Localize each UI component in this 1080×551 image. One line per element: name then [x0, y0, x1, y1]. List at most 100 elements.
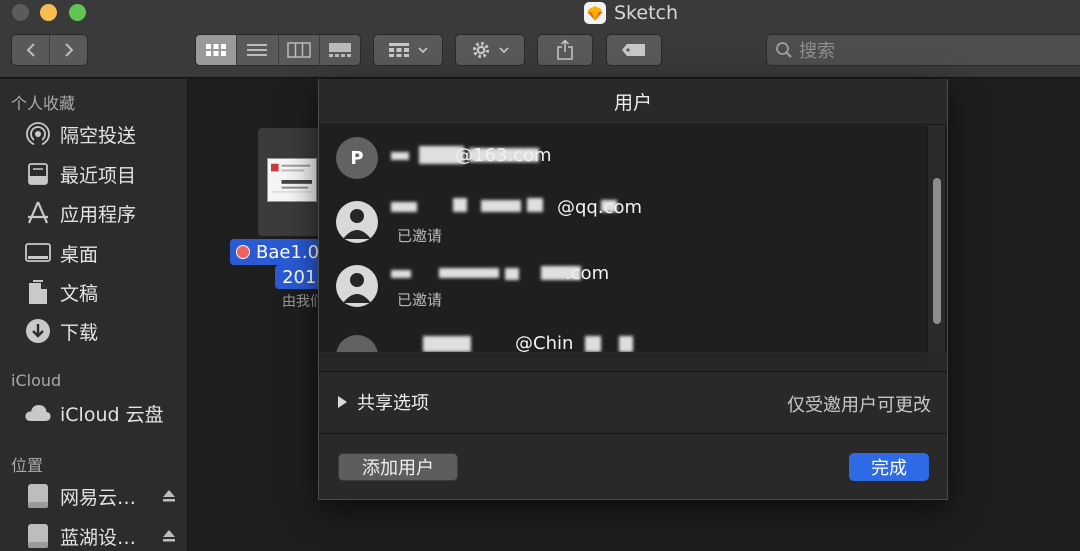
sidebar-item-location-2[interactable]: 蓝湖设… [24, 520, 184, 551]
sheet-title: 用户 [319, 79, 947, 125]
zoom-window-button[interactable] [69, 4, 86, 21]
redaction [619, 336, 633, 352]
person-icon [343, 209, 371, 239]
done-button[interactable]: 完成 [849, 453, 929, 481]
user-row[interactable]: .com 已邀请 [319, 254, 927, 318]
share-users-sheet: 用户 P @163.com @qq.com 已邀请 [318, 79, 948, 500]
sidebar-item-label: 蓝湖设… [60, 526, 137, 549]
user-status: 已邀请 [397, 291, 443, 309]
eject-icon[interactable] [162, 529, 176, 543]
disk-icon [24, 522, 52, 550]
minimize-window-button[interactable] [40, 4, 57, 21]
redaction [481, 200, 521, 212]
redaction [601, 200, 617, 212]
tag-icon [622, 44, 645, 56]
sketch-app-icon [584, 2, 606, 24]
gallery-view-button[interactable] [318, 35, 360, 65]
cloud-icon [24, 399, 52, 427]
locations-section-title: 位置 [11, 456, 44, 475]
user-avatar: P [336, 137, 378, 179]
icon-view-button[interactable] [196, 35, 237, 65]
user-email: @qq.com [557, 197, 643, 218]
redaction [469, 148, 539, 162]
sidebar-item-airdrop[interactable]: 隔空投送 [24, 118, 184, 150]
file-thumbnail [267, 158, 317, 202]
tags-button[interactable] [606, 34, 662, 66]
navigation-buttons [11, 34, 88, 66]
grid-icon [206, 44, 227, 56]
desktop-icon [24, 239, 52, 267]
user-list-scrollbar[interactable] [927, 126, 945, 352]
search-placeholder: 搜索 [799, 41, 835, 62]
redaction [419, 146, 464, 164]
disk-icon [24, 482, 52, 510]
list-view-button[interactable] [236, 35, 277, 65]
sidebar-item-label: 最近项目 [60, 164, 137, 187]
sidebar-item-label: 隔空投送 [60, 124, 137, 147]
share-permission-text: 仅受邀用户可更改 [787, 395, 931, 416]
downloads-icon [24, 317, 52, 345]
redaction [439, 268, 499, 278]
disclosure-triangle-icon [338, 396, 347, 408]
window-toolbar: Sketch 搜索 [0, 0, 1080, 78]
sidebar-item-documents[interactable]: 文稿 [24, 276, 184, 308]
sidebar-item-desktop[interactable]: 桌面 [24, 237, 184, 269]
search-icon [776, 42, 792, 58]
forward-button[interactable] [49, 35, 87, 65]
divider [319, 371, 947, 372]
eject-icon[interactable] [162, 489, 176, 503]
user-email: @Chin [515, 333, 574, 352]
list-bottom-edge [319, 353, 927, 371]
share-options-disclosure[interactable]: 共享选项 [338, 389, 429, 415]
finder-sidebar: 个人收藏 隔空投送 最近项目 应用程序 桌面 文稿 下载 iCloud iClo… [0, 79, 188, 551]
sidebar-item-label: iCloud 云盘 [60, 403, 164, 426]
window-title-text: Sketch [614, 2, 679, 24]
redaction [585, 336, 601, 352]
back-button[interactable] [12, 35, 49, 65]
user-list[interactable]: P @163.com @qq.com 已邀请 [319, 126, 947, 352]
sidebar-item-label: 网易云… [60, 486, 137, 509]
user-status: 已邀请 [397, 227, 443, 245]
sidebar-item-downloads[interactable]: 下载 [24, 315, 184, 347]
chevron-down-icon [499, 47, 509, 54]
user-avatar [336, 201, 378, 243]
sidebar-item-location-1[interactable]: 网易云… [24, 480, 184, 512]
recents-icon [24, 160, 52, 188]
redaction [541, 266, 581, 280]
search-field[interactable]: 搜索 [766, 34, 1080, 66]
view-mode-segmented-control [195, 34, 361, 66]
redaction [391, 152, 409, 160]
sidebar-item-label: 桌面 [60, 243, 99, 266]
airdrop-icon [24, 120, 52, 148]
sidebar-item-icloud-drive[interactable]: iCloud 云盘 [24, 397, 184, 429]
share-button[interactable] [537, 34, 593, 66]
favorites-section-title: 个人收藏 [11, 94, 76, 113]
red-tag-icon [236, 245, 250, 259]
action-menu-button[interactable] [455, 34, 525, 66]
columns-icon [286, 42, 311, 58]
documents-icon [24, 278, 52, 306]
close-window-button[interactable] [12, 4, 29, 21]
person-icon [343, 273, 371, 303]
redaction [391, 270, 411, 278]
applications-icon [24, 199, 52, 227]
sidebar-item-label: 文稿 [60, 282, 99, 305]
user-row[interactable]: @Chin [319, 318, 927, 352]
sidebar-item-recents[interactable]: 最近项目 [24, 158, 184, 190]
add-user-button[interactable]: 添加用户 [338, 453, 458, 481]
share-options-label: 共享选项 [357, 393, 429, 414]
icloud-section-title: iCloud [11, 371, 62, 390]
user-avatar [336, 265, 378, 307]
user-row[interactable]: P @163.com [319, 126, 927, 190]
chevron-left-icon [26, 43, 35, 57]
group-by-button[interactable] [373, 34, 443, 66]
column-view-button[interactable] [277, 35, 319, 65]
gear-icon [472, 41, 490, 59]
user-row[interactable]: @qq.com 已邀请 [319, 190, 927, 254]
redaction [391, 202, 417, 212]
sidebar-item-applications[interactable]: 应用程序 [24, 197, 184, 229]
share-icon [557, 39, 573, 60]
chevron-right-icon [64, 43, 73, 57]
scrollbar-thumb[interactable] [933, 178, 941, 324]
gallery-icon [328, 43, 351, 57]
